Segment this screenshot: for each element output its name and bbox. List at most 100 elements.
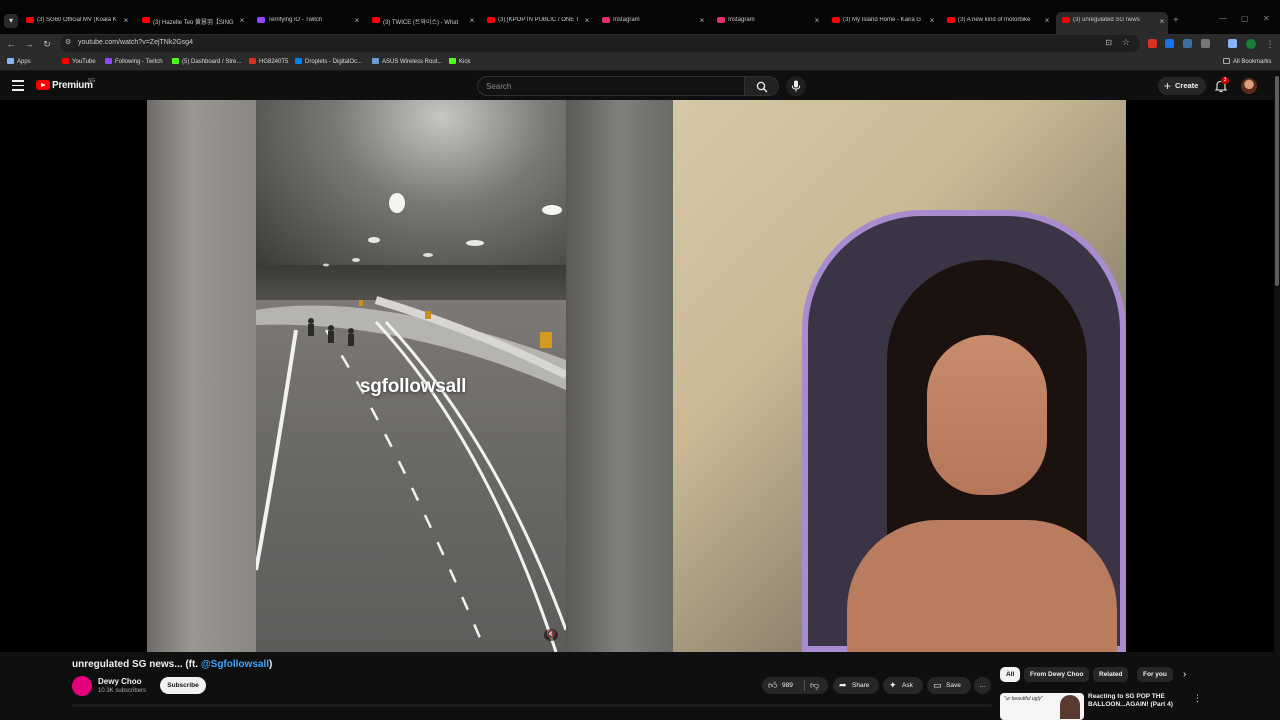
tab-title: Instagram	[613, 17, 640, 23]
bookmark-label: Apps	[17, 59, 31, 65]
bookmark-item[interactable]: YouTube	[62, 58, 96, 65]
filter-chip[interactable]: From Dewy Choo	[1024, 667, 1090, 682]
minimize-icon[interactable]: —	[1219, 14, 1227, 23]
search-input[interactable]	[486, 81, 726, 92]
search-box[interactable]	[477, 76, 745, 96]
tab-close-icon[interactable]: ×	[583, 16, 591, 26]
mute-icon[interactable]: 🔇	[544, 629, 558, 641]
bookmark-favicon-icon	[372, 58, 379, 64]
mention-link[interactable]: @Sgfollowsall	[201, 659, 269, 670]
bookmark-label: Droplets - DigitalOc...	[305, 59, 363, 65]
profile-icon[interactable]	[1246, 39, 1256, 49]
tab-favicon-icon	[947, 17, 955, 23]
browser-tab-strip: ▾ (3) SG60 Official MV (Koala K × (3) Haze…	[0, 0, 1280, 34]
extension-icon[interactable]	[1148, 39, 1157, 48]
youtube-logo-icon[interactable]	[36, 80, 50, 90]
browser-tab[interactable]: (3) Hazelle Teo 黄慧羽【SING ×	[136, 14, 248, 30]
back-icon[interactable]: ←	[4, 37, 18, 51]
tab-title: (3) SG60 Official MV (Koala K	[37, 17, 117, 23]
more-vert-icon[interactable]: ⋮	[1193, 693, 1202, 704]
close-window-icon[interactable]: ✕	[1263, 14, 1270, 23]
tab-close-icon[interactable]: ×	[468, 16, 476, 26]
bookmark-item[interactable]: Droplets - DigitalOc...	[295, 58, 362, 65]
bookmark-favicon-icon	[7, 58, 14, 64]
thumbs-up-icon[interactable]: 👍︎	[768, 677, 777, 694]
browser-tab[interactable]: (3) My Island Home - Kaira G ×	[826, 14, 938, 30]
browser-tab[interactable]: Terrifying iO - Twitch ×	[251, 14, 363, 30]
create-button[interactable]: + Create	[1158, 77, 1206, 95]
browser-tab[interactable]: (3) TWICE (트와이스) - What ×	[366, 14, 478, 30]
browser-tab[interactable]: (3) unregulated SG news ×	[1056, 12, 1168, 34]
extension-icon[interactable]	[1165, 39, 1174, 48]
chevron-right-icon[interactable]: ›	[1183, 669, 1195, 681]
channel-name[interactable]: Dewy Choo	[98, 677, 142, 686]
all-bookmarks-button[interactable]: All Bookmarks	[1223, 58, 1271, 65]
bookmark-manager-icon[interactable]	[1228, 39, 1237, 48]
more-actions-button[interactable]: ...	[974, 677, 991, 694]
recommendation-thumbnail[interactable]: "ur beautiful ugly"	[1000, 693, 1084, 720]
bookmark-item[interactable]: Following - Twitch	[105, 58, 163, 65]
filter-chip[interactable]: Related	[1093, 667, 1129, 682]
bookmark-favicon-icon	[295, 58, 302, 64]
share-button[interactable]: ➦ Share	[833, 677, 879, 694]
address-bar[interactable]: ⚙ youtube.com/watch?v=ZejTNk2Gsg4 ⊡ ☆	[60, 35, 1140, 52]
video-player[interactable]: sgfollowsall 🔇	[0, 100, 1280, 652]
bookmark-item[interactable]: Kick	[449, 58, 470, 65]
filter-chip[interactable]: All	[1000, 667, 1021, 682]
browser-tab[interactable]: Instagram ×	[596, 14, 708, 30]
folder-icon	[1223, 58, 1230, 64]
tab-favicon-icon	[717, 17, 725, 23]
like-count[interactable]: 989	[782, 677, 793, 694]
install-icon[interactable]: ⊡	[1105, 38, 1112, 47]
new-tab-button[interactable]: +	[1173, 15, 1179, 26]
tab-close-icon[interactable]: ×	[813, 16, 821, 26]
bookmark-item[interactable]: (5) Dashboard / Stre...	[172, 58, 241, 65]
browser-menu-icon[interactable]: ⋮	[1263, 37, 1277, 51]
recommendation-title[interactable]: Reacting to SG POP THE BALLOON...AGAIN! …	[1088, 693, 1178, 709]
tab-title: (3) My Island Home - Kaira G	[843, 17, 922, 23]
bookmark-item[interactable]: ASUS Wireless Rout...	[372, 58, 442, 65]
tab-close-icon[interactable]: ×	[928, 16, 936, 26]
subscribe-button[interactable]: Subscribe	[160, 677, 206, 694]
bookmark-star-icon[interactable]: ☆	[1122, 37, 1130, 48]
tab-close-icon[interactable]: ×	[353, 16, 361, 26]
thumbs-down-icon[interactable]: 👎︎	[810, 677, 819, 694]
like-dislike-group: 👍︎ 989 👎︎	[762, 677, 828, 694]
voice-search-button[interactable]	[786, 76, 806, 96]
youtube-masthead: Premium SG + Create 3	[0, 72, 1280, 100]
channel-avatar[interactable]	[72, 676, 92, 696]
account-avatar[interactable]	[1241, 78, 1257, 94]
ask-button[interactable]: ✦ Ask	[883, 677, 923, 694]
browser-tab[interactable]: (3) SG60 Official MV (Koala K ×	[20, 14, 132, 30]
tab-favicon-icon	[1062, 17, 1070, 23]
bookmark-favicon-icon	[249, 58, 256, 64]
youtube-premium-logo[interactable]: Premium	[52, 80, 93, 91]
streamer-body	[847, 520, 1117, 652]
tab-close-icon[interactable]: ×	[122, 16, 130, 26]
save-playlist-icon: ▭	[933, 680, 942, 690]
search-button[interactable]	[745, 76, 779, 96]
tab-close-icon[interactable]: ×	[698, 16, 706, 26]
browser-tab[interactable]: (3) [KPOP IN PUBLIC / ONE T ×	[481, 14, 593, 30]
maximize-icon[interactable]: ▢	[1241, 14, 1249, 23]
bookmark-item[interactable]: Apps	[7, 58, 31, 65]
filter-chip[interactable]: For you	[1137, 667, 1173, 682]
extensions-puzzle-icon[interactable]	[1201, 39, 1210, 48]
tab-close-icon[interactable]: ×	[1158, 17, 1166, 27]
forward-icon[interactable]: →	[22, 37, 36, 51]
scrollbar-thumb[interactable]	[1275, 76, 1279, 286]
extension-icon[interactable]	[1183, 39, 1192, 48]
browser-tab[interactable]: Instagram ×	[711, 14, 823, 30]
tab-close-icon[interactable]: ×	[238, 16, 246, 26]
guide-menu-icon[interactable]	[12, 80, 24, 91]
bookmark-item[interactable]: HG8240T5	[249, 58, 288, 65]
video-frame[interactable]: sgfollowsall 🔇	[147, 100, 1126, 652]
tab-search-button[interactable]: ▾	[4, 14, 18, 28]
tab-close-icon[interactable]: ×	[1043, 16, 1051, 26]
save-button[interactable]: ▭ Save	[927, 677, 971, 694]
blurred-background	[147, 100, 256, 652]
site-info-icon[interactable]: ⚙	[65, 38, 71, 46]
reload-icon[interactable]: ↻	[40, 37, 54, 51]
url-text[interactable]: youtube.com/watch?v=ZejTNk2Gsg4	[78, 39, 193, 46]
browser-tab[interactable]: (3) A new kind of motorbike ×	[941, 14, 1053, 30]
